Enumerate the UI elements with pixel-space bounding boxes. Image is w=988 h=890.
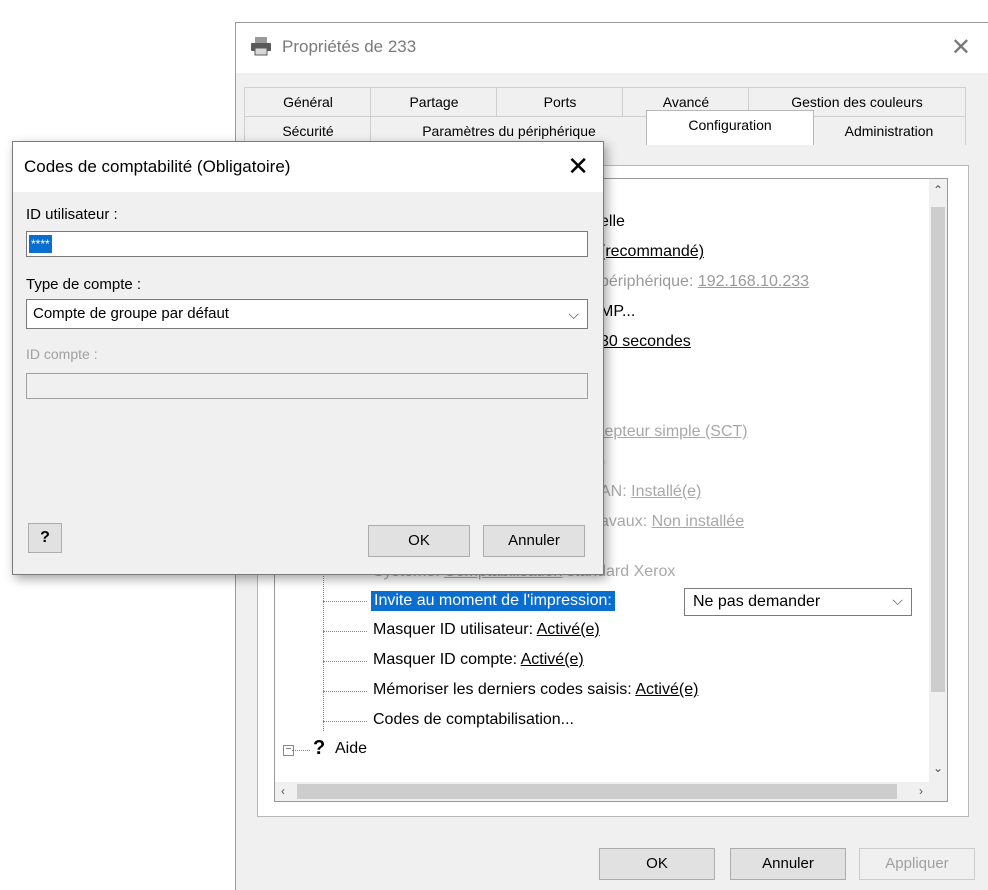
horizontal-scroll-thumb[interactable] [297,784,897,799]
tab-ports[interactable]: Ports [496,87,624,116]
ok-button[interactable]: OK [599,848,715,880]
printer-icon [251,37,271,56]
user-id-value: **** [29,235,52,253]
close-icon[interactable]: ✕ [951,33,971,62]
scroll-right-icon[interactable]: › [919,784,923,798]
tab-general[interactable]: Général [244,87,372,116]
tree-row-aide[interactable]: Aide [335,740,367,758]
accounting-codes-dialog: Codes de comptabilité (Obligatoire) ✕ ID… [12,141,604,575]
close-icon[interactable]: ✕ [567,151,589,182]
help-icon: ? [313,737,326,759]
tree-row-invite[interactable]: Invite au moment de l'impression: [371,591,615,611]
tree-line [292,750,310,751]
tree-row-travaux[interactable]: avaux: Non installée [600,513,744,531]
apply-button[interactable]: Appliquer [859,848,975,880]
properties-title: Propriétés de 233 [282,37,417,56]
tab-partage[interactable]: Partage [370,87,498,116]
vertical-scrollbar[interactable]: ⌃ ⌄ [929,179,947,782]
tree-row-masquer-compte[interactable]: Masquer ID compte: Activé(e) [373,651,584,669]
tree-row-snmp[interactable]: MP... [600,303,635,321]
account-id-field [26,373,588,399]
account-type-value: Compte de groupe par défaut [33,305,229,322]
tree-row-lan[interactable]: AN: Installé(e) [600,483,701,501]
tab-configuration[interactable]: Configuration [646,110,814,145]
vertical-scroll-thumb[interactable] [931,207,945,692]
account-type-label: Type de compte : [26,276,142,293]
account-type-select[interactable]: Compte de groupe par défaut ⌵ [26,299,588,329]
invite-select-value: Ne pas demander [693,593,821,610]
tree-line [323,661,367,662]
tree-row-masquer-user[interactable]: Masquer ID utilisateur: Activé(e) [373,621,600,639]
user-id-label: ID utilisateur : [26,206,118,223]
tree-row-memoriser[interactable]: Mémoriser les derniers codes saisis: Act… [373,681,698,699]
cancel-button[interactable]: Annuler [730,848,846,880]
dialog-cancel-button[interactable]: Annuler [483,525,585,557]
tab-administration[interactable]: Administration [812,116,966,145]
tree-row-timeout[interactable]: 30 secondes [600,333,691,351]
tree-row-codes[interactable]: Codes de comptabilisation... [373,711,574,729]
scroll-down-icon[interactable]: ⌄ [933,761,943,775]
tree-line [323,691,367,692]
tree-row-sct[interactable]: tepteur simple (SCT) [600,423,748,441]
horizontal-scrollbar[interactable]: ‹ › [275,782,947,801]
tree-line [323,601,367,602]
tree-line [323,631,367,632]
account-id-label: ID compte : [26,346,98,362]
tree-row-device-address[interactable]: périphérique: 192.168.10.233 [600,273,809,291]
dialog-titlebar: Codes de comptabilité (Obligatoire) ✕ [13,142,603,192]
dialog-ok-button[interactable]: OK [368,525,470,557]
scroll-up-icon[interactable]: ⌃ [933,183,943,197]
chevron-down-icon: ⌵ [892,592,903,608]
scroll-left-icon[interactable]: ‹ [281,784,285,798]
tree-line [323,721,367,722]
user-id-field[interactable]: **** [26,231,588,257]
help-button[interactable]: ? [28,523,62,553]
dialog-title: Codes de comptabilité (Obligatoire) [24,157,291,176]
tree-line [323,571,325,731]
invite-select[interactable]: Ne pas demander ⌵ [684,588,912,616]
chevron-down-icon: ⌵ [568,306,579,322]
properties-titlebar: Propriétés de 233 ✕ [236,23,988,73]
tree-row-recommended[interactable]: (recommandé) [600,243,704,261]
